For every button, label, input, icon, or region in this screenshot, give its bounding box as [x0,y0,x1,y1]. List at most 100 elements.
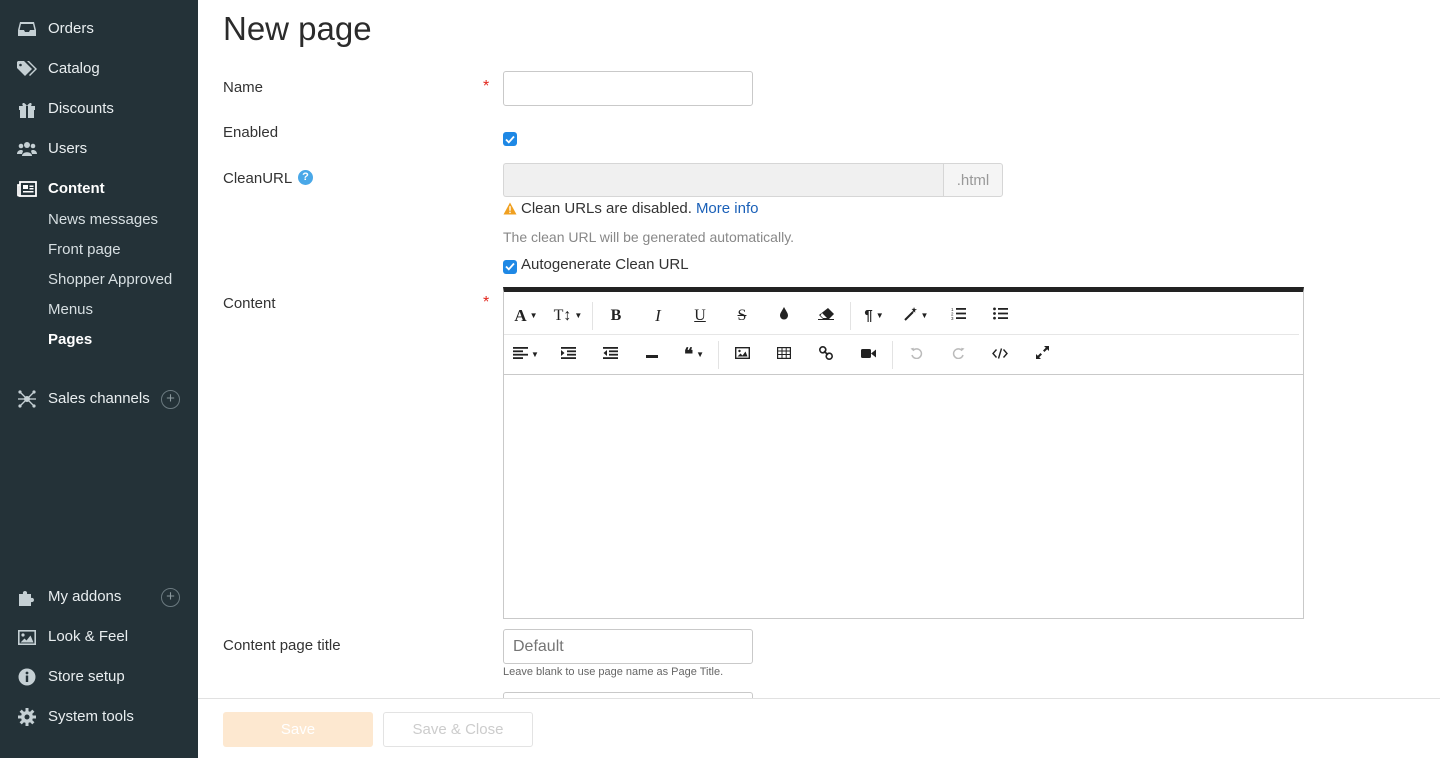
tags-icon [17,60,37,78]
sidebar-item-label: Catalog [48,60,100,77]
sidebar-item-store-setup[interactable]: Store setup [0,662,198,692]
editor-content-area[interactable] [504,376,1303,618]
bold-icon: B [610,306,622,324]
sidebar-subitem-shopper-approved[interactable]: Shopper Approved [48,271,172,288]
unordered-list-button[interactable] [980,296,1020,335]
undo-button[interactable] [896,335,936,374]
add-addon-button[interactable]: + [161,588,180,607]
image-icon [734,346,750,363]
content-editor: A ▼ T↕ ▼ B I U S ¶ ▼ ▼ 123 ▼ ❝ ▼ [503,287,1304,619]
sidebar-subitem-pages[interactable]: Pages [48,331,92,348]
content-label: Content [223,295,276,312]
strikethrough-button[interactable]: S [722,296,762,335]
enabled-checkbox[interactable] [503,132,517,146]
minus-icon [646,346,658,363]
font-size-button[interactable]: T↕ ▼ [548,296,588,335]
name-label: Name [223,79,264,96]
cleanurl-field: .html [503,163,1003,197]
newspaper-icon [17,180,37,198]
code-view-button[interactable] [980,335,1020,374]
paragraph-icon: ¶ [864,307,873,324]
sidebar-item-discounts[interactable]: Discounts [0,94,198,124]
ordered-list-icon: 123 [951,307,966,324]
main-content: New page Name * Enabled CleanURL ? .html… [198,0,1440,758]
style-button[interactable]: ▼ [896,296,936,335]
italic-icon: I [655,305,661,325]
redo-button[interactable] [938,335,978,374]
bold-button[interactable]: B [596,296,636,335]
sidebar-item-label: Orders [48,20,94,37]
sidebar-item-orders[interactable]: Orders [0,14,198,44]
sidebar-item-users[interactable]: Users [0,134,198,164]
insert-video-button[interactable] [848,335,888,374]
more-info-link[interactable]: More info [696,200,759,217]
sidebar-subitem-news-messages[interactable]: News messages [48,211,158,228]
sidebar-item-label: System tools [48,708,134,725]
sidebar-subitem-front-page[interactable]: Front page [48,241,121,258]
font-icon: A [514,305,527,325]
paragraph-button[interactable]: ¶ ▼ [854,296,894,335]
svg-text:3: 3 [951,316,954,320]
insert-table-button[interactable] [764,335,804,374]
sidebar-item-label: Store setup [48,668,125,685]
cleanurl-hint: The clean URL will be generated automati… [503,229,795,245]
table-icon [777,346,792,363]
add-sales-channel-button[interactable]: + [161,390,180,409]
content-page-title-label: Content page title [223,637,341,654]
text-height-icon: T↕ [553,306,572,324]
cleanurl-label: CleanURL [223,170,293,187]
font-family-button[interactable]: A ▼ [506,296,546,335]
editor-toolbar-row: A ▼ T↕ ▼ B I U S ¶ ▼ ▼ 123 [504,296,1299,335]
sidebar-item-look-feel[interactable]: Look & Feel [0,622,198,652]
info-icon [17,668,37,686]
sidebar-item-label: Discounts [48,100,114,117]
sidebar: Orders Catalog Discounts Users Content N… [0,0,198,758]
align-button[interactable]: ▼ [506,335,546,374]
indent-button[interactable] [548,335,588,374]
sidebar-item-label: Users [48,140,88,157]
quote-icon: ❝ [683,344,694,364]
page-title: New page [223,10,372,47]
content-page-title-input[interactable] [503,629,753,664]
code-icon [992,346,1008,363]
undo-icon [910,346,923,363]
insert-image-button[interactable] [722,335,762,374]
sidebar-item-label: My addons [48,588,122,605]
gift-icon [17,100,37,118]
image-icon [17,628,37,646]
cleanurl-input[interactable] [503,163,943,197]
eraser-icon [818,307,834,324]
outdent-button[interactable] [590,335,630,374]
clear-format-button[interactable] [806,296,846,335]
users-icon [17,140,37,158]
sidebar-item-label: Sales channels [48,390,150,407]
autogenerate-checkbox[interactable] [503,259,517,274]
gear-icon [17,708,37,726]
fullscreen-button[interactable] [1022,335,1062,374]
sidebar-item-catalog[interactable]: Catalog [0,54,198,84]
horizontal-rule-button[interactable] [632,335,672,374]
puzzle-icon [17,588,37,606]
name-input[interactable] [503,71,753,106]
ordered-list-button[interactable]: 123 [938,296,978,335]
blockquote-button[interactable]: ❝ ▼ [674,335,714,374]
italic-button[interactable]: I [638,296,678,335]
content-page-title-hint: Leave blank to use page name as Page Tit… [503,666,724,678]
sidebar-item-content[interactable]: Content [0,174,198,204]
sidebar-item-label: Look & Feel [48,628,129,645]
sidebar-subitem-menus[interactable]: Menus [48,301,93,318]
sidebar-item-system-tools[interactable]: System tools [0,702,198,732]
save-button[interactable]: Save [223,712,373,747]
required-marker: * [483,294,490,311]
enabled-label: Enabled [223,124,279,141]
autogenerate-row: Autogenerate Clean URL [503,256,689,274]
help-icon[interactable]: ? [298,170,313,185]
insert-link-button[interactable] [806,335,846,374]
outdent-icon [602,346,618,363]
cleanurl-warning-text: Clean URLs are disabled. [521,200,692,217]
color-button[interactable] [764,296,804,335]
underline-button[interactable]: U [680,296,720,335]
video-camera-icon [860,346,876,363]
save-close-button[interactable]: Save & Close [383,712,533,747]
droplet-icon [779,307,789,324]
